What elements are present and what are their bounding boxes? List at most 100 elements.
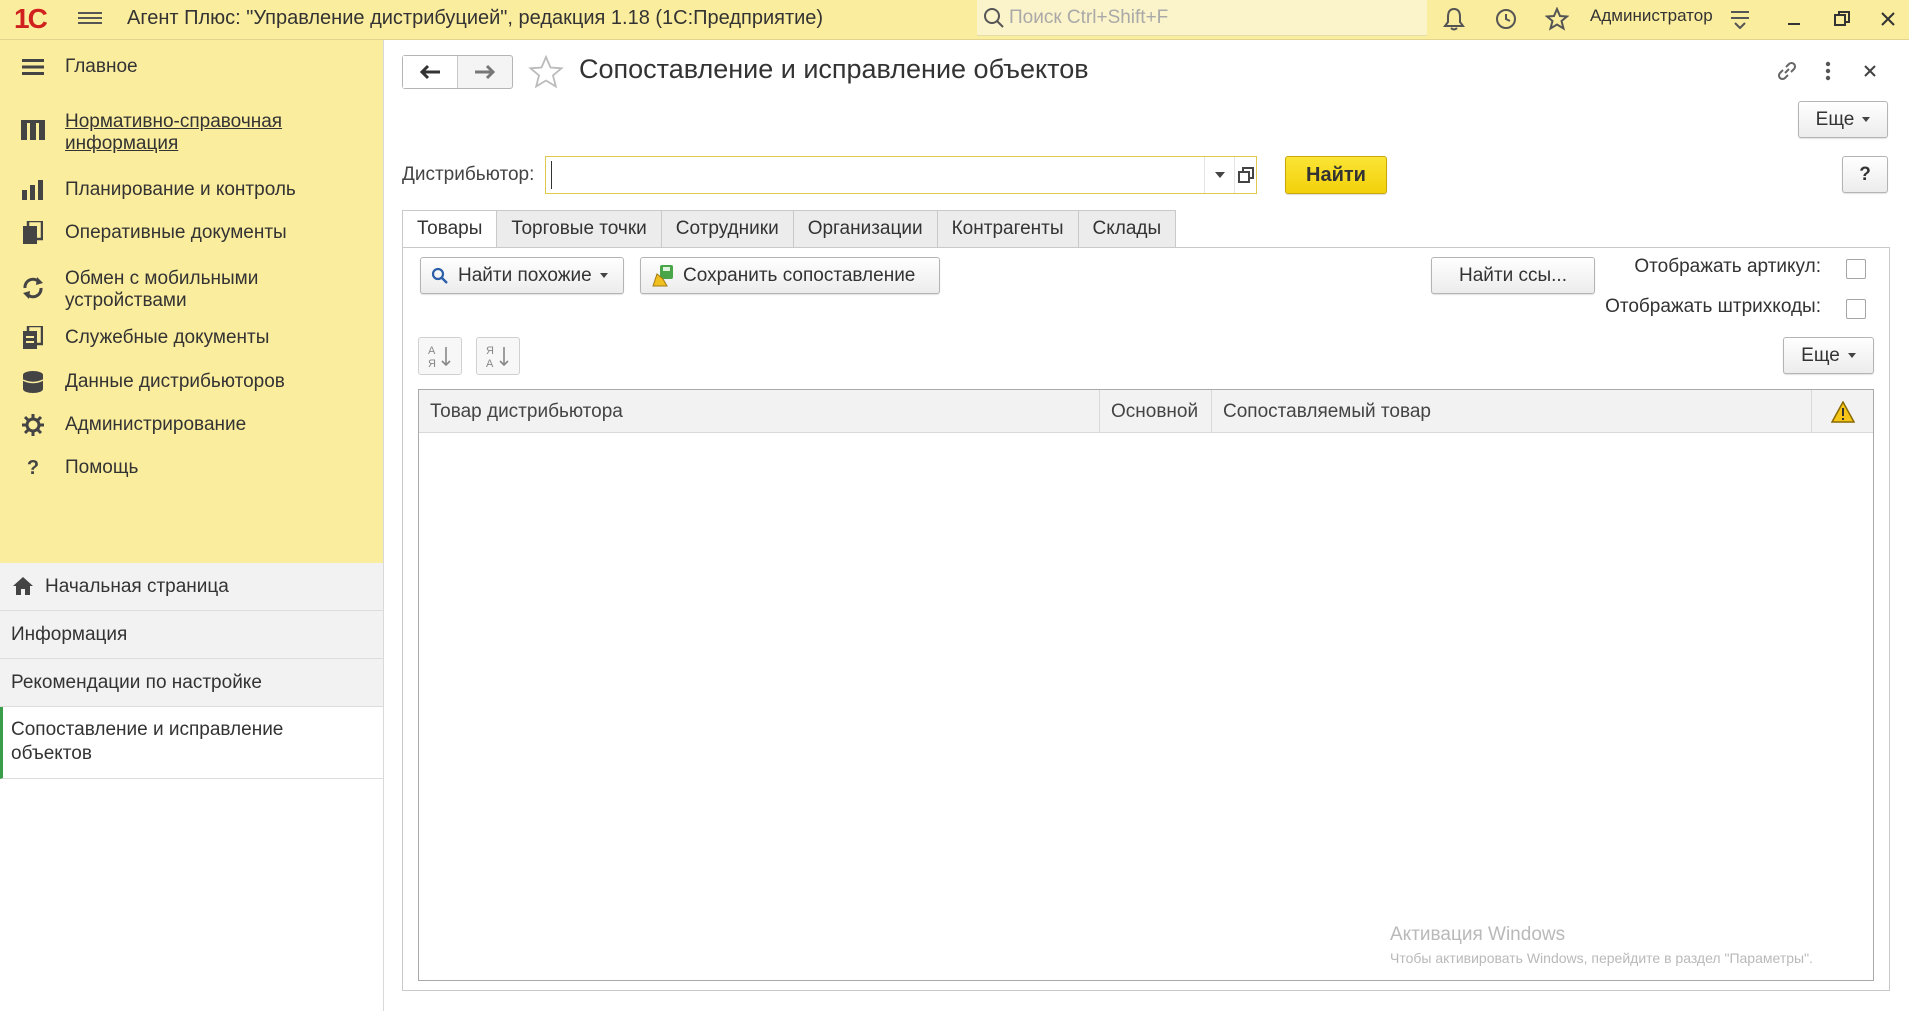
history-icon[interactable] bbox=[1490, 4, 1522, 34]
distributor-open-button[interactable] bbox=[1234, 157, 1256, 193]
section-label: Администрирование bbox=[65, 414, 247, 435]
chevron-down-icon bbox=[1214, 172, 1225, 178]
save-mapping-label: Сохранить сопоставление bbox=[683, 264, 916, 286]
form-more-label: Еще bbox=[1815, 108, 1855, 130]
svg-text:А: А bbox=[486, 358, 494, 369]
column-mapped-product[interactable]: Сопоставляемый товар bbox=[1212, 390, 1812, 433]
gear-icon bbox=[20, 412, 46, 438]
open-window-setup-recommendations[interactable]: Рекомендации по настройке bbox=[0, 659, 383, 707]
section-panel: Главное Нормативно-справочная информация… bbox=[0, 40, 383, 563]
section-distributor-data[interactable]: Данные дистрибьюторов bbox=[0, 367, 383, 397]
section-planning[interactable]: Планирование и контроль bbox=[0, 175, 383, 205]
sort-ascending-button[interactable]: АЯ bbox=[418, 337, 462, 375]
navigation-buttons bbox=[402, 55, 513, 89]
section-label: Служебные документы bbox=[65, 327, 270, 348]
home-icon bbox=[13, 577, 33, 595]
open-window-label: Информация bbox=[11, 624, 128, 645]
find-similar-button[interactable]: Найти похожие bbox=[420, 257, 624, 294]
products-table[interactable]: Товар дистрибьютора Основной Сопоставляе… bbox=[418, 389, 1874, 981]
search-icon bbox=[984, 8, 1004, 28]
open-window-label: Рекомендации по настройке bbox=[11, 672, 262, 693]
bar-chart-icon bbox=[20, 177, 46, 203]
distributor-dropdown-button[interactable] bbox=[1204, 157, 1234, 193]
chevron-down-icon bbox=[1847, 353, 1856, 358]
tab-warehouses[interactable]: Склады bbox=[1078, 210, 1177, 248]
find-similar-label: Найти похожие bbox=[458, 264, 592, 286]
section-operational-docs[interactable]: Оперативные документы bbox=[0, 218, 383, 248]
app-logo: 1С bbox=[14, 3, 48, 34]
tab-counterparties[interactable]: Контрагенты bbox=[937, 210, 1079, 248]
menu-icon bbox=[20, 54, 46, 80]
help-button[interactable]: ? bbox=[1842, 156, 1888, 193]
warning-icon bbox=[1830, 400, 1855, 423]
section-service-docs[interactable]: Служебные документы bbox=[0, 323, 383, 353]
table-more-label: Еще bbox=[1801, 344, 1840, 366]
close-form-icon[interactable] bbox=[1855, 56, 1885, 86]
show-barcodes-checkbox[interactable] bbox=[1846, 299, 1866, 319]
minimize-icon[interactable] bbox=[1778, 4, 1810, 34]
show-article-checkbox[interactable] bbox=[1846, 259, 1866, 279]
sync-icon bbox=[20, 275, 46, 301]
save-mapping-button[interactable]: Сохранить сопоставление bbox=[640, 257, 940, 294]
tab-organizations[interactable]: Организации bbox=[793, 210, 938, 248]
find-button[interactable]: Найти bbox=[1285, 156, 1387, 194]
service-documents-icon bbox=[20, 325, 46, 351]
sidebar: Главное Нормативно-справочная информация… bbox=[0, 40, 384, 1011]
svg-text:Я: Я bbox=[428, 358, 436, 369]
section-help[interactable]: ? Помощь bbox=[0, 453, 383, 483]
sort-descending-button[interactable]: ЯА bbox=[476, 337, 520, 375]
catalog-icon bbox=[20, 118, 46, 144]
tab-bar: Товары Торговые точки Сотрудники Организ… bbox=[402, 210, 1177, 248]
forward-button[interactable] bbox=[458, 56, 512, 88]
distributor-input[interactable] bbox=[551, 161, 1191, 189]
arrow-left-icon bbox=[419, 64, 440, 80]
favorites-star-icon[interactable] bbox=[1541, 4, 1573, 34]
svg-text:А: А bbox=[428, 345, 436, 357]
windows-activation-title: Активация Windows bbox=[1390, 924, 1566, 945]
section-main[interactable]: Главное bbox=[0, 52, 383, 82]
open-window-info[interactable]: Информация bbox=[0, 611, 383, 659]
column-warning[interactable] bbox=[1812, 390, 1873, 433]
section-catalogs[interactable]: Нормативно-справочная информация bbox=[0, 108, 383, 156]
section-mobile-exchange[interactable]: Обмен с мобильными устройствами bbox=[0, 265, 383, 313]
global-search[interactable] bbox=[977, 0, 1427, 36]
open-window-object-mapping[interactable]: Сопоставление и исправление объектов bbox=[0, 707, 383, 779]
form-title: Сопоставление и исправление объектов bbox=[579, 54, 1089, 84]
section-label: Оперативные документы bbox=[65, 222, 287, 243]
settings-menu-icon[interactable] bbox=[1724, 4, 1756, 34]
link-icon[interactable] bbox=[1772, 56, 1802, 86]
section-label: Главное bbox=[65, 56, 138, 77]
notifications-bell-icon[interactable] bbox=[1438, 4, 1470, 34]
add-to-favorites-star-icon[interactable] bbox=[528, 54, 564, 90]
sort-ascending-icon: АЯ bbox=[428, 345, 451, 369]
tab-outlets[interactable]: Торговые точки bbox=[497, 210, 662, 248]
more-actions-icon[interactable] bbox=[1813, 56, 1843, 86]
table-more-button[interactable]: Еще bbox=[1783, 337, 1874, 374]
svg-text:Я: Я bbox=[486, 345, 494, 357]
arrow-right-icon bbox=[475, 64, 496, 80]
help-icon: ? bbox=[26, 456, 40, 479]
tab-products[interactable]: Товары bbox=[402, 210, 498, 248]
restore-window-icon[interactable] bbox=[1826, 4, 1858, 34]
open-window-home[interactable]: Начальная страница bbox=[0, 563, 383, 611]
current-user[interactable]: Администратор bbox=[1590, 6, 1713, 26]
section-administration[interactable]: Администрирование bbox=[0, 410, 383, 440]
windows-activation-hint: Чтобы активировать Windows, перейдите в … bbox=[1390, 950, 1813, 966]
tab-employees[interactable]: Сотрудники bbox=[661, 210, 794, 248]
section-label: Помощь bbox=[65, 457, 139, 478]
section-label: Данные дистрибьюторов bbox=[65, 371, 285, 392]
column-main[interactable]: Основной bbox=[1100, 390, 1212, 433]
search-icon bbox=[431, 267, 448, 284]
column-distributor-product[interactable]: Товар дистрибьютора bbox=[419, 390, 1100, 433]
close-window-icon[interactable] bbox=[1872, 4, 1904, 34]
form-more-button[interactable]: Еще bbox=[1798, 101, 1888, 138]
database-icon bbox=[20, 369, 46, 395]
open-window-label: Начальная страница bbox=[45, 576, 229, 597]
main-menu-button[interactable] bbox=[78, 9, 102, 29]
form-area: Сопоставление и исправление объектов Еще… bbox=[385, 40, 1909, 1011]
chevron-down-icon bbox=[1862, 117, 1871, 122]
distributor-field[interactable] bbox=[545, 156, 1257, 194]
back-button[interactable] bbox=[403, 56, 458, 88]
open-window-label: Сопоставление и исправление объектов bbox=[11, 719, 284, 764]
search-input[interactable] bbox=[1009, 3, 1419, 33]
